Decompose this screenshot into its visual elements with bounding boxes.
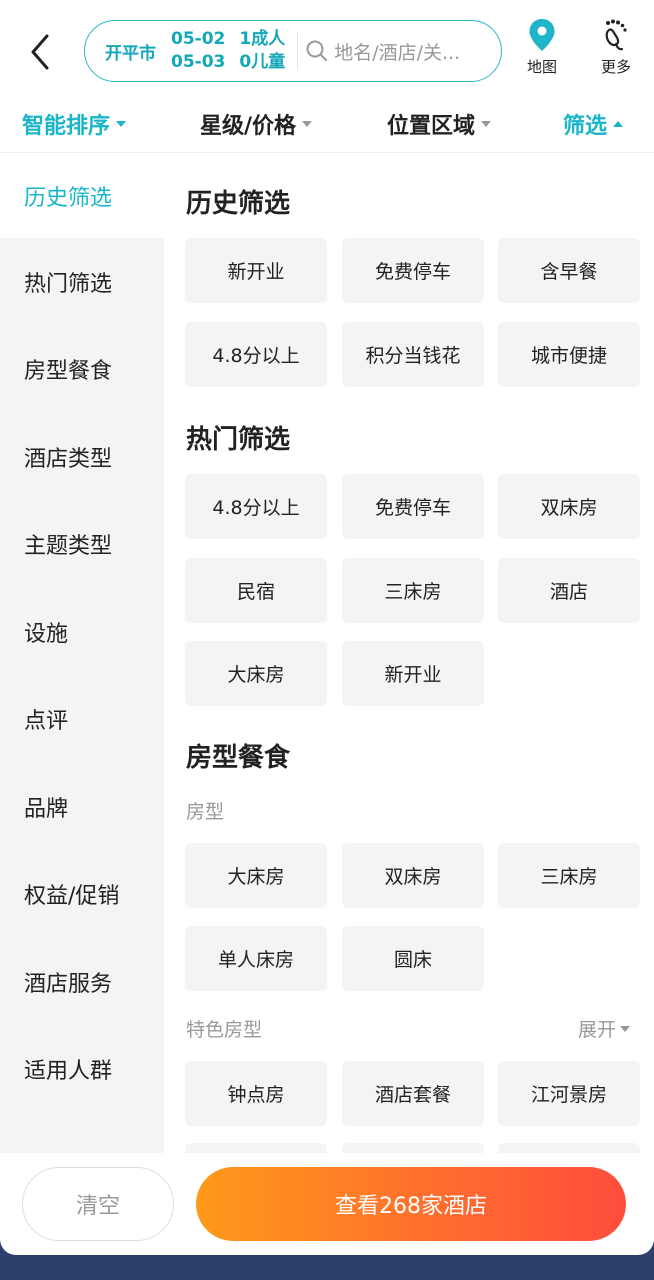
search-placeholder: 地名/酒店/关... <box>334 41 461 64</box>
chip-special-room-partial[interactable] <box>498 1143 640 1153</box>
tab-location[interactable]: 位置区域 <box>387 108 492 140</box>
caret-down-icon <box>620 1025 630 1032</box>
tab-location-label: 位置区域 <box>387 114 476 139</box>
tab-star-price-label: 星级/价格 <box>200 114 297 139</box>
section-title-room-meal: 房型餐食 <box>186 743 291 773</box>
sidebar-item-facilities[interactable]: 设施 <box>0 588 164 676</box>
section-title-history: 历史筛选 <box>186 189 291 219</box>
chevron-left-icon <box>31 34 49 70</box>
clear-button[interactable]: 清空 <box>22 1167 174 1241</box>
chip-room-type[interactable]: 单人床房 <box>185 926 327 991</box>
chip-room-type[interactable]: 圆床 <box>342 926 484 991</box>
map-button[interactable]: 地图 <box>518 18 566 77</box>
more-button[interactable]: 更多 <box>592 18 640 77</box>
chip-hot[interactable]: 双床房 <box>498 474 640 539</box>
chip-room-type[interactable]: 三床房 <box>498 843 640 908</box>
divider <box>297 33 299 69</box>
tab-star-price[interactable]: 星级/价格 <box>200 108 313 140</box>
back-button[interactable] <box>22 30 58 74</box>
caret-down-icon <box>302 121 313 127</box>
tab-filter[interactable]: 筛选 <box>563 108 624 140</box>
filter-options-panel: 历史筛选 新开业 免费停车 含早餐 4.8分以上 积分当钱花 城市便捷 热门筛选… <box>164 153 654 1153</box>
expand-button[interactable]: 展开 <box>578 1015 630 1042</box>
sidebar-item-room-meal[interactable]: 房型餐食 <box>0 326 164 414</box>
sidebar-item-history[interactable]: 历史筛选 <box>0 153 164 238</box>
subsection-special-room: 特色房型 <box>186 1019 263 1041</box>
bottom-action-bar: 清空 查看268家酒店 <box>0 1153 654 1255</box>
chip-special-room[interactable]: 江河景房 <box>498 1061 640 1126</box>
sidebar-item-hotel-services[interactable]: 酒店服务 <box>0 938 164 1026</box>
chip-history[interactable]: 新开业 <box>185 238 327 303</box>
chip-special-room[interactable]: 钟点房 <box>185 1061 327 1126</box>
sidebar-item-theme[interactable]: 主题类型 <box>0 501 164 589</box>
chip-hot[interactable]: 免费停车 <box>342 474 484 539</box>
filter-category-sidebar: 历史筛选 热门筛选 房型餐食 酒店类型 主题类型 设施 点评 品牌 权益/促销 … <box>0 153 164 1153</box>
sidebar-item-hotel-type[interactable]: 酒店类型 <box>0 413 164 501</box>
subsection-room-type: 房型 <box>186 801 225 823</box>
footprint-icon <box>605 19 627 51</box>
chip-hot[interactable]: 三床房 <box>342 558 484 623</box>
chip-special-room[interactable]: 酒店套餐 <box>342 1061 484 1126</box>
tab-sort[interactable]: 智能排序 <box>22 108 127 140</box>
sidebar-item-audience[interactable]: 适用人群 <box>0 1026 164 1114</box>
sidebar-item-brand[interactable]: 品牌 <box>0 763 164 851</box>
caret-down-icon <box>481 121 492 127</box>
filter-tabs: 智能排序 星级/价格 位置区域 筛选 <box>0 100 654 152</box>
sidebar-item-promotions[interactable]: 权益/促销 <box>0 851 164 939</box>
children-count: 0儿童 <box>239 52 286 72</box>
chip-hot[interactable]: 民宿 <box>185 558 327 623</box>
chip-history[interactable]: 4.8分以上 <box>185 322 327 387</box>
chip-room-type[interactable]: 大床房 <box>185 843 327 908</box>
chip-special-room-partial[interactable] <box>185 1143 327 1153</box>
sidebar-item-reviews[interactable]: 点评 <box>0 676 164 764</box>
sidebar-item-hot[interactable]: 热门筛选 <box>0 238 164 326</box>
chip-history[interactable]: 含早餐 <box>498 238 640 303</box>
header: 开平市 05-02 1成人 05-03 0儿童 地名/酒店/关... 地图 更多 <box>0 0 654 100</box>
search-box[interactable]: 开平市 05-02 1成人 05-03 0儿童 地名/酒店/关... <box>84 20 502 82</box>
chip-hot[interactable]: 新开业 <box>342 641 484 706</box>
adults-count: 1成人 <box>239 29 286 49</box>
search-input[interactable]: 地名/酒店/关... <box>306 38 486 65</box>
checkin-date: 05-02 <box>171 29 226 49</box>
chip-hot[interactable]: 大床房 <box>185 641 327 706</box>
expand-label: 展开 <box>577 1019 616 1041</box>
map-label: 地图 <box>526 58 557 76</box>
section-title-hot: 热门筛选 <box>186 425 291 455</box>
caret-down-icon <box>116 121 127 127</box>
map-pin-icon <box>529 19 555 51</box>
chip-hot[interactable]: 酒店 <box>498 558 640 623</box>
search-icon <box>306 40 328 61</box>
date-guest-selector[interactable]: 05-02 1成人 05-03 0儿童 <box>171 28 285 74</box>
caret-up-icon <box>613 121 624 127</box>
city-selector[interactable]: 开平市 <box>105 39 167 64</box>
chip-room-type[interactable]: 双床房 <box>342 843 484 908</box>
tab-filter-label: 筛选 <box>563 114 608 139</box>
chip-special-room-partial[interactable] <box>342 1143 484 1153</box>
chip-history[interactable]: 积分当钱花 <box>342 322 484 387</box>
view-hotels-button[interactable]: 查看268家酒店 <box>196 1167 626 1241</box>
tab-sort-label: 智能排序 <box>22 114 111 139</box>
checkout-date: 05-03 <box>171 52 226 72</box>
chip-history[interactable]: 城市便捷 <box>498 322 640 387</box>
chip-hot[interactable]: 4.8分以上 <box>185 474 327 539</box>
chip-history[interactable]: 免费停车 <box>342 238 484 303</box>
more-label: 更多 <box>600 58 631 76</box>
